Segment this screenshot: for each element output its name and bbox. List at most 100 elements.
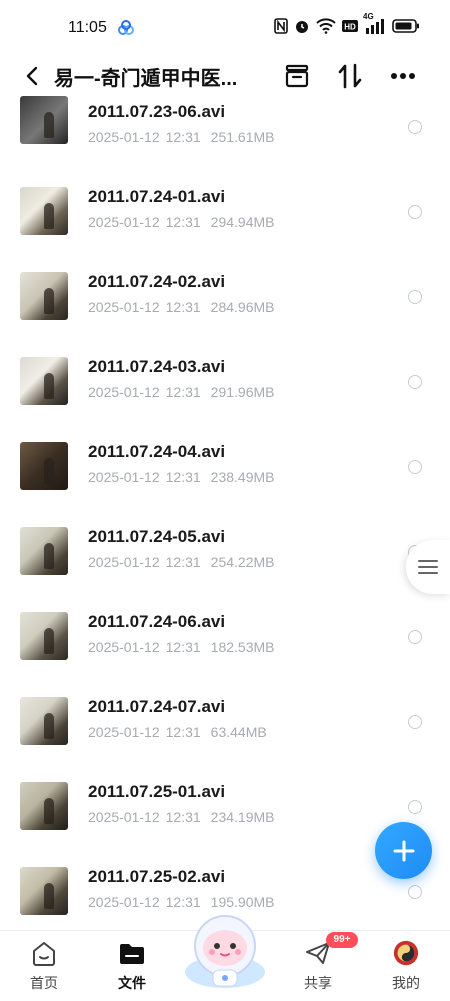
file-name: 2011.07.23-06.avi bbox=[88, 102, 226, 121]
archive-button[interactable] bbox=[281, 60, 313, 92]
file-name: 2011.07.24-05.avi bbox=[88, 527, 226, 546]
hd-icon: HD bbox=[342, 19, 358, 33]
select-radio[interactable] bbox=[408, 205, 422, 219]
sort-button[interactable] bbox=[334, 60, 366, 92]
file-size: 182.53MB bbox=[210, 639, 275, 655]
file-name: 2011.07.25-02.avi bbox=[88, 867, 226, 886]
video-thumbnail bbox=[20, 527, 68, 575]
file-time: 12:31 bbox=[165, 129, 201, 145]
file-date: 2025-01-12 bbox=[88, 299, 160, 315]
svg-text:HD: HD bbox=[344, 23, 356, 32]
nav-profile-label: 我的 bbox=[392, 975, 420, 991]
file-date: 2025-01-12 bbox=[88, 469, 160, 485]
file-item[interactable]: 2011.07.24-06.avi 2025-01-12 12:31 182.53MB bbox=[0, 612, 450, 697]
app-logo-icon bbox=[118, 20, 134, 35]
video-thumbnail bbox=[20, 782, 68, 830]
nav-profile[interactable]: 我的 bbox=[366, 931, 446, 1001]
file-item[interactable]: 2011.07.24-02.avi 2025-01-12 12:31 284.96MB bbox=[0, 272, 450, 357]
file-date: 2025-01-12 bbox=[88, 639, 160, 655]
nav-home[interactable]: 首页 bbox=[4, 931, 84, 1001]
video-thumbnail bbox=[20, 612, 68, 660]
file-time: 12:31 bbox=[165, 469, 201, 485]
file-list: 2011.07.23-06.avi 2025-01-12 12:31 251.61MB… bbox=[0, 96, 450, 930]
page-title: 易一-奇门遁甲中医... bbox=[54, 68, 238, 90]
select-radio[interactable] bbox=[408, 290, 422, 304]
file-date: 2025-01-12 bbox=[88, 129, 160, 145]
file-date: 2025-01-12 bbox=[88, 214, 160, 230]
nav-files-label: 文件 bbox=[118, 975, 146, 991]
file-meta: 2025-01-12 12:31 254.22MB bbox=[88, 554, 281, 570]
file-size: 294.94MB bbox=[210, 214, 275, 230]
file-meta: 2025-01-12 12:31 284.96MB bbox=[88, 299, 281, 315]
back-button[interactable] bbox=[18, 60, 46, 92]
file-size: 63.44MB bbox=[210, 724, 267, 740]
select-radio[interactable] bbox=[408, 885, 422, 899]
select-radio[interactable] bbox=[408, 715, 422, 729]
wifi-icon bbox=[316, 18, 336, 34]
file-meta: 2025-01-12 12:31 63.44MB bbox=[88, 724, 273, 740]
file-time: 12:31 bbox=[165, 639, 201, 655]
file-item[interactable]: 2011.07.24-03.avi 2025-01-12 12:31 291.96MB bbox=[0, 357, 450, 442]
plus-icon bbox=[393, 840, 414, 861]
chevron-left-icon bbox=[26, 66, 38, 86]
file-name: 2011.07.24-04.avi bbox=[88, 442, 226, 461]
avatar-icon bbox=[392, 939, 420, 967]
select-radio[interactable] bbox=[408, 375, 422, 389]
add-button[interactable] bbox=[375, 822, 432, 879]
file-name: 2011.07.24-02.avi bbox=[88, 272, 226, 291]
video-thumbnail bbox=[20, 187, 68, 235]
file-time: 12:31 bbox=[165, 724, 201, 740]
folder-icon bbox=[118, 939, 146, 967]
nav-files[interactable]: 文件 bbox=[92, 931, 172, 1001]
file-name: 2011.07.24-03.avi bbox=[88, 357, 226, 376]
video-thumbnail bbox=[20, 96, 68, 144]
more-button[interactable] bbox=[387, 60, 419, 92]
file-size: 238.49MB bbox=[210, 469, 275, 485]
archive-icon bbox=[285, 64, 309, 88]
file-meta: 2025-01-12 12:31 251.61MB bbox=[88, 129, 281, 145]
file-size: 234.19MB bbox=[210, 809, 275, 825]
file-item[interactable]: 2011.07.24-01.avi 2025-01-12 12:31 294.94MB bbox=[0, 187, 450, 272]
file-name: 2011.07.24-01.avi bbox=[88, 187, 226, 206]
select-radio[interactable] bbox=[408, 630, 422, 644]
status-bar: 11:05 HD 4G bbox=[0, 0, 450, 56]
status-icons: HD 4G bbox=[274, 12, 420, 34]
file-meta: 2025-01-12 12:31 182.53MB bbox=[88, 639, 281, 655]
file-item[interactable]: 2011.07.24-04.avi 2025-01-12 12:31 238.49MB bbox=[0, 442, 450, 527]
nav-share-label: 共享 bbox=[304, 975, 332, 991]
status-time: 11:05 bbox=[68, 19, 107, 36]
nav-home-label: 首页 bbox=[30, 975, 58, 991]
file-time: 12:31 bbox=[165, 384, 201, 400]
file-date: 2025-01-12 bbox=[88, 809, 160, 825]
file-date: 2025-01-12 bbox=[88, 554, 160, 570]
video-thumbnail bbox=[20, 442, 68, 490]
mascot-icon bbox=[185, 915, 265, 988]
cellular-signal-icon: 4G bbox=[363, 12, 386, 34]
file-time: 12:31 bbox=[165, 299, 201, 315]
select-radio[interactable] bbox=[408, 460, 422, 474]
assistant-mascot-button[interactable] bbox=[180, 908, 270, 992]
select-radio[interactable] bbox=[408, 800, 422, 814]
file-date: 2025-01-12 bbox=[88, 894, 160, 910]
file-item[interactable]: 2011.07.23-06.avi 2025-01-12 12:31 251.61MB bbox=[0, 96, 450, 187]
file-name: 2011.07.25-01.avi bbox=[88, 782, 226, 801]
file-size: 254.22MB bbox=[210, 554, 275, 570]
alarm-icon bbox=[294, 18, 310, 34]
file-item[interactable]: 2011.07.24-07.avi 2025-01-12 12:31 63.44MB bbox=[0, 697, 450, 782]
sort-icon bbox=[338, 63, 362, 89]
file-size: 291.96MB bbox=[210, 384, 275, 400]
file-name: 2011.07.24-07.avi bbox=[88, 697, 226, 716]
video-thumbnail bbox=[20, 697, 68, 745]
nfc-icon bbox=[274, 18, 288, 34]
notification-badge: 99+ bbox=[326, 932, 358, 948]
network-type: 4G bbox=[363, 12, 374, 21]
more-dots-icon bbox=[391, 73, 415, 79]
file-meta: 2025-01-12 12:31 234.19MB bbox=[88, 809, 281, 825]
file-date: 2025-01-12 bbox=[88, 724, 160, 740]
file-item[interactable]: 2011.07.24-05.avi 2025-01-12 12:31 254.22MB bbox=[0, 527, 450, 612]
battery-icon bbox=[392, 19, 420, 33]
select-radio[interactable] bbox=[408, 120, 422, 134]
home-icon bbox=[30, 939, 58, 967]
file-size: 284.96MB bbox=[210, 299, 275, 315]
menu-lines-icon bbox=[418, 560, 438, 574]
